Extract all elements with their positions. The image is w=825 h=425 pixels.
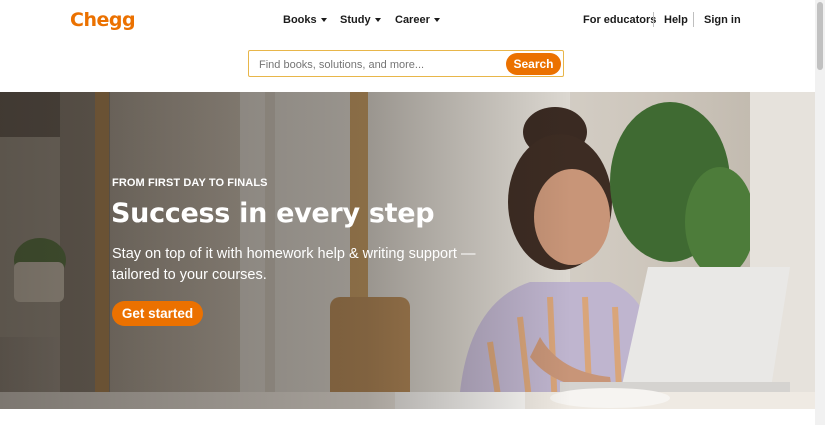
hero-description: Stay on top of it with homework help & w… bbox=[112, 246, 476, 283]
nav-career-dropdown[interactable]: Career bbox=[395, 14, 440, 26]
nav-books-dropdown[interactable]: Books bbox=[283, 14, 327, 26]
caret-down-icon bbox=[320, 18, 327, 22]
nav-books-label: Books bbox=[283, 14, 317, 26]
nav-study-label: Study bbox=[340, 14, 371, 26]
nav-career-label: Career bbox=[395, 14, 430, 26]
vertical-scrollbar[interactable] bbox=[815, 0, 825, 425]
chegg-logo[interactable]: Chegg bbox=[70, 9, 136, 31]
nav-divider bbox=[653, 12, 654, 27]
scrollbar-thumb[interactable] bbox=[817, 2, 823, 70]
hero-title: Success in every step bbox=[111, 198, 435, 229]
search-bar: Search bbox=[248, 50, 564, 77]
search-input[interactable] bbox=[257, 55, 511, 75]
get-started-button[interactable]: Get started bbox=[112, 301, 203, 326]
caret-down-icon bbox=[374, 18, 381, 22]
search-button[interactable]: Search bbox=[506, 53, 561, 75]
nav-divider bbox=[693, 12, 694, 27]
content-below-fold bbox=[0, 409, 815, 425]
for-educators-link[interactable]: For educators bbox=[583, 14, 656, 26]
help-link[interactable]: Help bbox=[664, 14, 688, 26]
page: Chegg Books Study Career For educators H… bbox=[0, 0, 825, 425]
sign-in-link[interactable]: Sign in bbox=[704, 14, 741, 26]
nav-study-dropdown[interactable]: Study bbox=[340, 14, 381, 26]
caret-down-icon bbox=[433, 18, 440, 22]
hero-banner: FROM FIRST DAY TO FINALS Success in ever… bbox=[0, 92, 815, 409]
hero-eyebrow: FROM FIRST DAY TO FINALS bbox=[112, 177, 268, 189]
